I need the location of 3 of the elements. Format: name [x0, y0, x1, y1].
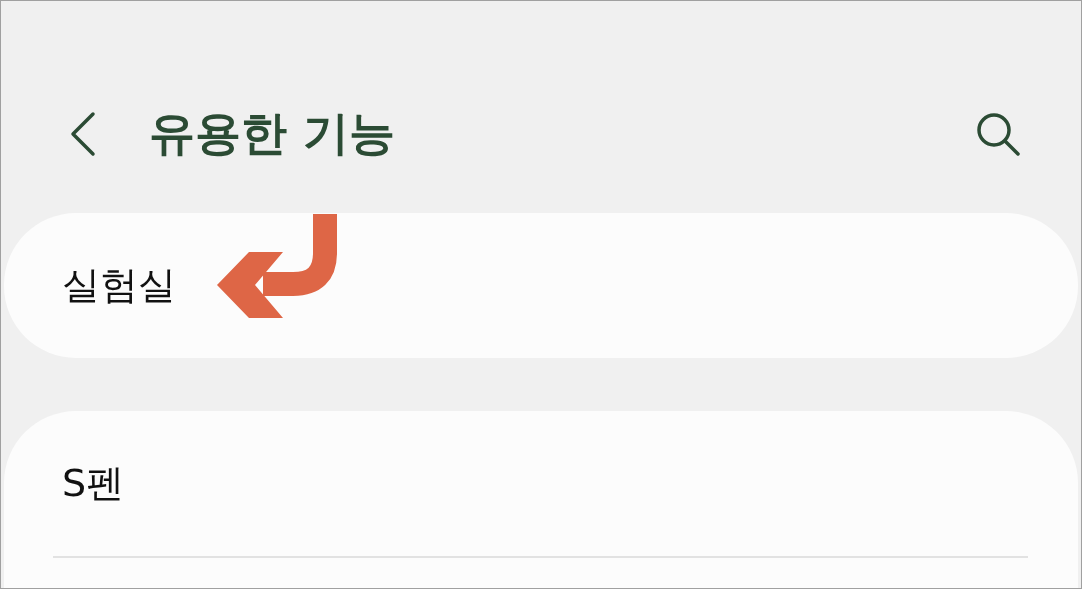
settings-item[interactable]: S펜 — [4, 411, 1078, 556]
settings-item[interactable]: 실험실 — [4, 213, 1078, 358]
page-title: 유용한 기능 — [149, 105, 396, 162]
